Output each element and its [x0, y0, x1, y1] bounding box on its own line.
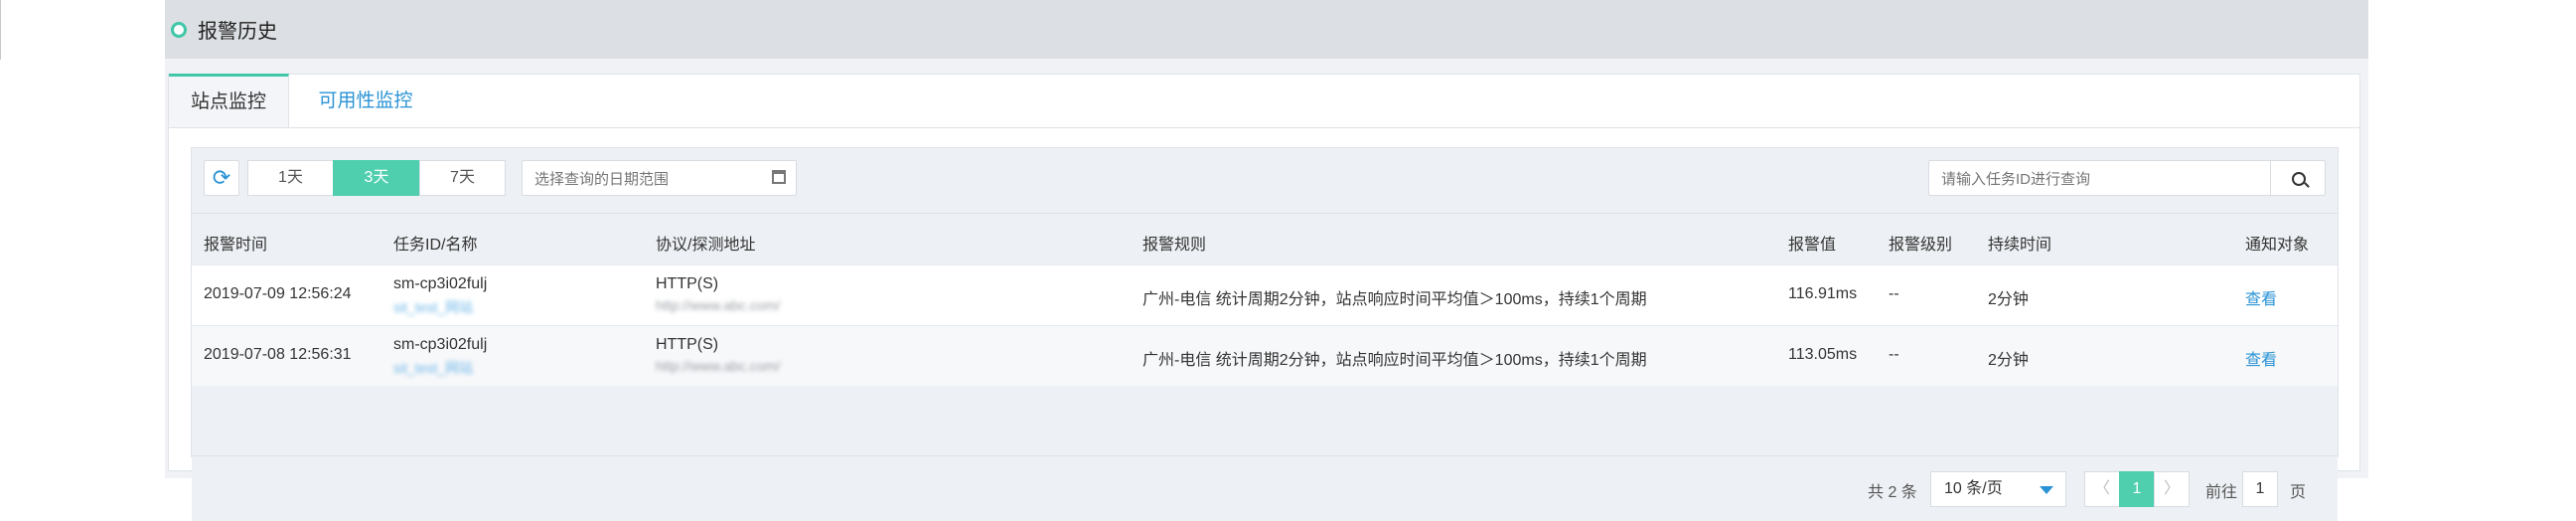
view-notify-link[interactable]: 查看: [2245, 285, 2277, 309]
calendar-icon[interactable]: [772, 170, 786, 184]
column-header-duration: 持续时间: [1988, 237, 2052, 254]
protocol: HTTP(S): [656, 275, 719, 292]
task-search[interactable]: [1928, 160, 2271, 197]
task-id: sm-cp3i02fulj: [393, 336, 488, 353]
search-button[interactable]: [2270, 160, 2326, 196]
next-page-button[interactable]: 〉: [2154, 471, 2190, 507]
task-id: sm-cp3i02fulj: [393, 275, 488, 292]
filter-toolbar: ⟳ 1天 3天 7天: [192, 148, 2338, 213]
alarm-time: 2019-07-09 12:56:24: [204, 285, 352, 302]
goto-label: 前往: [2205, 484, 2238, 501]
alarm-level: --: [1889, 285, 1899, 302]
protocol: HTTP(S): [656, 336, 719, 353]
view-notify-link[interactable]: 查看: [2245, 346, 2277, 370]
alarm-value: 113.05ms: [1788, 346, 1858, 363]
column-header-task: 任务ID/名称: [393, 237, 478, 254]
column-header-rule: 报警规则: [1142, 237, 1207, 254]
alarm-rule: 广州-电信 统计周期2分钟，站点响应时间平均值＞100ms，持续1个周期: [1142, 352, 1647, 369]
page-size-select[interactable]: 10 条/页: [1930, 471, 2066, 507]
alarm-time: 2019-07-08 12:56:31: [204, 346, 352, 363]
probe-address: http://www.abc.com/: [656, 358, 781, 374]
pagination: 共 2 条 10 条/页 〈 1 〉 前往 1 页: [192, 455, 2338, 521]
table-row: 2019-07-09 12:56:24 sm-cp3i02fulj sit_te…: [192, 264, 2338, 325]
tab-site-monitor[interactable]: 站点监控: [169, 74, 289, 127]
window-edge: [0, 0, 1, 60]
page-title: 报警历史: [198, 21, 277, 43]
search-icon: [2292, 172, 2306, 186]
alarm-value: 116.91ms: [1788, 285, 1858, 302]
content-panel: 站点监控 可用性监控 ⟳ 1天 3天 7天 选择查询的日期范围 请输入任务ID进…: [168, 74, 2360, 521]
column-header-time[interactable]: 报警时间: [204, 231, 267, 255]
range-7day-button[interactable]: 7天: [419, 160, 506, 196]
search-input[interactable]: [1929, 161, 2271, 197]
date-range-input[interactable]: [523, 161, 765, 197]
column-header-level: 报警级别: [1889, 237, 1953, 254]
column-header-notify: 通知对象: [2245, 237, 2310, 254]
refresh-icon: ⟳: [212, 165, 231, 190]
page-header: 报警历史: [165, 0, 2368, 59]
alarm-rule: 广州-电信 统计周期2分钟，站点响应时间平均值＞100ms，持续1个周期: [1142, 291, 1647, 308]
tab-availability-monitor[interactable]: 可用性监控: [311, 75, 420, 127]
page-size-value: 10 条/页: [1944, 480, 2003, 497]
goto-page-input[interactable]: 1: [2242, 471, 2278, 507]
alarm-list-section: ⟳ 1天 3天 7天 报警时间 任务ID/名称: [191, 147, 2339, 521]
page-number-button[interactable]: 1: [2119, 471, 2155, 507]
task-name-link[interactable]: sit_test_网站: [393, 297, 473, 317]
column-header-protocol: 协议/探测地址: [656, 237, 756, 254]
alarm-duration: 2分钟: [1988, 352, 2029, 369]
range-1day-button[interactable]: 1天: [247, 160, 334, 196]
page-suffix: 页: [2290, 484, 2307, 501]
range-3day-button[interactable]: 3天: [333, 160, 420, 196]
caret-down-icon: [2040, 486, 2053, 494]
column-header-value: 报警值: [1788, 237, 1837, 254]
date-range-picker[interactable]: [522, 160, 797, 197]
probe-address: http://www.abc.com/: [656, 297, 781, 313]
total-count: 共 2 条: [1868, 484, 1917, 501]
table-row: 2019-07-08 12:56:31 sm-cp3i02fulj sit_te…: [192, 325, 2338, 386]
alarm-duration: 2分钟: [1988, 291, 2029, 308]
tab-bar: 站点监控 可用性监控: [169, 74, 2359, 128]
task-name-link[interactable]: sit_test_网站: [393, 358, 473, 378]
alarm-history-page: 报警历史 站点监控 可用性监控 ⟳ 1天 3天 7天 选择查询的日期范围 请输入…: [165, 0, 2368, 521]
circle-icon: [171, 22, 187, 38]
refresh-button[interactable]: ⟳: [204, 160, 239, 196]
prev-page-button[interactable]: 〈: [2084, 471, 2120, 507]
alarm-level: --: [1889, 346, 1899, 363]
table-header: 报警时间 任务ID/名称 协议/探测地址 报警规则 报警值 报警级别 持续时间 …: [192, 213, 2338, 265]
